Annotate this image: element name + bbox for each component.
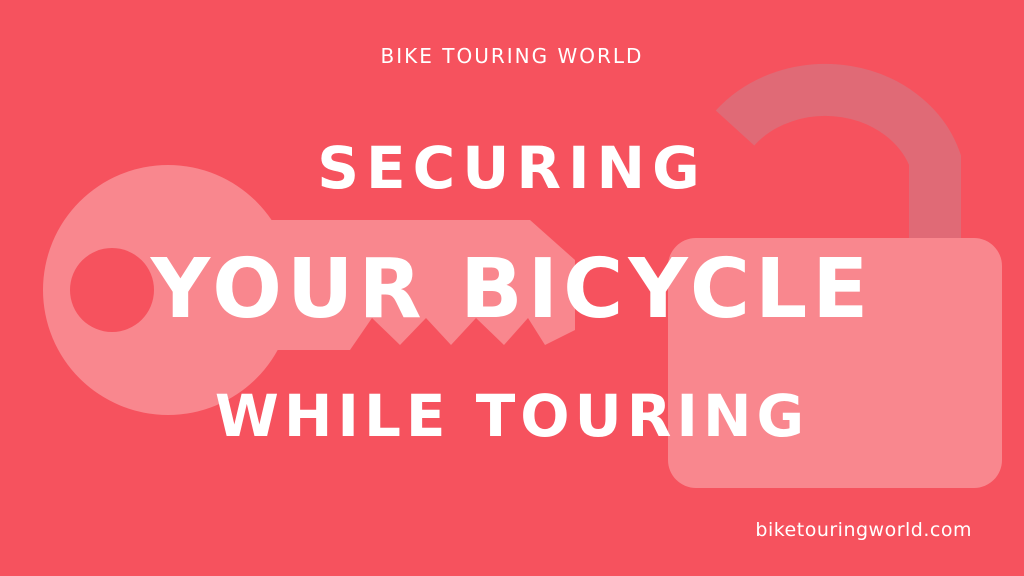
title-line-3: WHILE TOURING bbox=[214, 382, 810, 450]
title-line-2: YOUR BICYCLE bbox=[150, 242, 874, 337]
website-url: biketouringworld.com bbox=[755, 519, 972, 541]
brand-name: BIKE TOURING WORLD bbox=[380, 44, 644, 68]
title-line-1: SECURING bbox=[317, 134, 707, 202]
